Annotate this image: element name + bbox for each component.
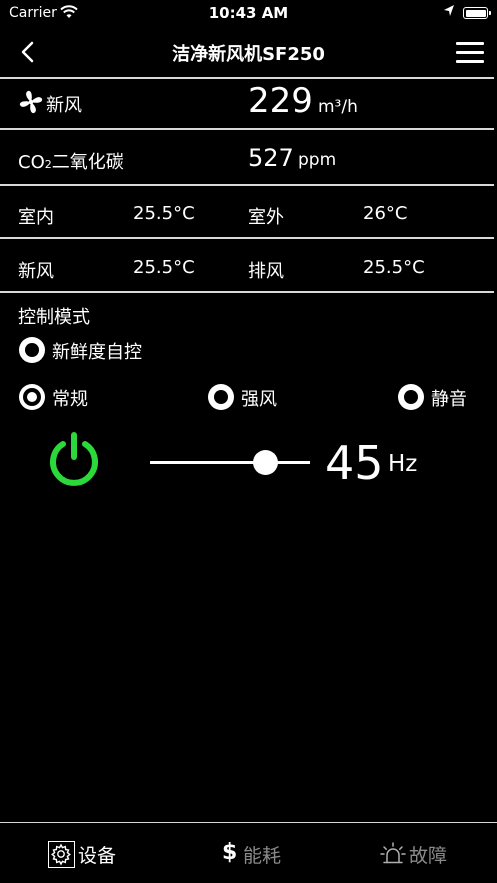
tab-fault-label: 故障 <box>409 845 448 867</box>
tab-bar: 设备 $ 能耗 故障 <box>0 822 497 883</box>
supply-air-value: 25.5°C <box>133 257 195 278</box>
tab-energy-label: 能耗 <box>243 845 282 867</box>
supply-air-label: 新风 <box>18 261 54 282</box>
co2-label: CO2二氧化碳 <box>18 148 124 174</box>
gear-icon <box>48 841 75 868</box>
speed-unit: Hz <box>388 451 418 477</box>
tab-device[interactable]: 设备 <box>48 839 128 869</box>
co2-label-suffix: 二氧化碳 <box>51 152 124 173</box>
fan-speed-slider[interactable] <box>150 461 310 464</box>
co2-value: 527 <box>248 144 294 172</box>
exhaust-air-value: 25.5°C <box>363 257 425 278</box>
tab-energy[interactable]: $ 能耗 <box>222 839 302 869</box>
outdoor-value: 26°C <box>363 203 408 224</box>
co2-label-prefix: CO <box>18 152 45 173</box>
page-title: 洁净新风机SF250 <box>172 44 325 65</box>
tab-device-label: 设备 <box>78 845 117 867</box>
dollar-icon: $ <box>222 840 238 865</box>
menu-icon <box>456 42 484 45</box>
speed-value: 45 <box>325 436 384 490</box>
co2-label-subscript: 2 <box>44 158 52 171</box>
divider <box>0 237 494 239</box>
mode-strong-label: 强风 <box>241 389 277 410</box>
mode-normal-option[interactable]: 常规 <box>18 383 108 411</box>
radio-unchecked-icon <box>19 337 45 363</box>
clock: 10:43 AM <box>208 4 289 22</box>
mode-strong-option[interactable]: 强风 <box>207 383 297 411</box>
divider <box>0 291 494 293</box>
divider <box>0 184 494 186</box>
divider <box>0 128 494 130</box>
mode-quiet-option[interactable]: 静音 <box>397 383 487 411</box>
indoor-value: 25.5°C <box>133 203 195 224</box>
location-arrow-icon <box>443 4 455 22</box>
auto-freshness-option[interactable]: 新鲜度自控 <box>18 336 168 364</box>
menu-icon-bar <box>456 60 484 63</box>
radio-unchecked-icon <box>398 384 424 410</box>
slider-thumb[interactable] <box>252 450 278 475</box>
control-mode-title: 控制模式 <box>18 307 90 328</box>
power-icon <box>50 432 98 486</box>
status-bar: Carrier 10:43 AM <box>0 0 497 26</box>
exhaust-air-label: 排风 <box>248 261 284 282</box>
divider <box>0 77 494 79</box>
fresh-air-unit: m³/h <box>318 97 358 117</box>
mode-normal-label: 常规 <box>52 389 88 410</box>
outdoor-label: 室外 <box>248 207 284 228</box>
fresh-air-value: 229 <box>248 81 313 121</box>
menu-button[interactable] <box>456 40 484 64</box>
auto-freshness-label: 新鲜度自控 <box>52 342 142 363</box>
radio-unchecked-icon <box>208 384 234 410</box>
co2-unit: ppm <box>298 150 337 170</box>
battery-icon <box>463 7 491 19</box>
power-button[interactable] <box>46 430 102 488</box>
indoor-label: 室内 <box>18 207 54 228</box>
alarm-icon <box>380 841 406 867</box>
menu-icon-bar <box>456 51 484 54</box>
fresh-air-label: 新风 <box>46 95 82 116</box>
fan-icon <box>18 89 44 119</box>
mode-quiet-label: 静音 <box>431 389 467 410</box>
tab-fault[interactable]: 故障 <box>380 839 470 869</box>
navigation-bar: 洁净新风机SF250 <box>0 26 497 78</box>
radio-checked-icon <box>19 384 45 410</box>
